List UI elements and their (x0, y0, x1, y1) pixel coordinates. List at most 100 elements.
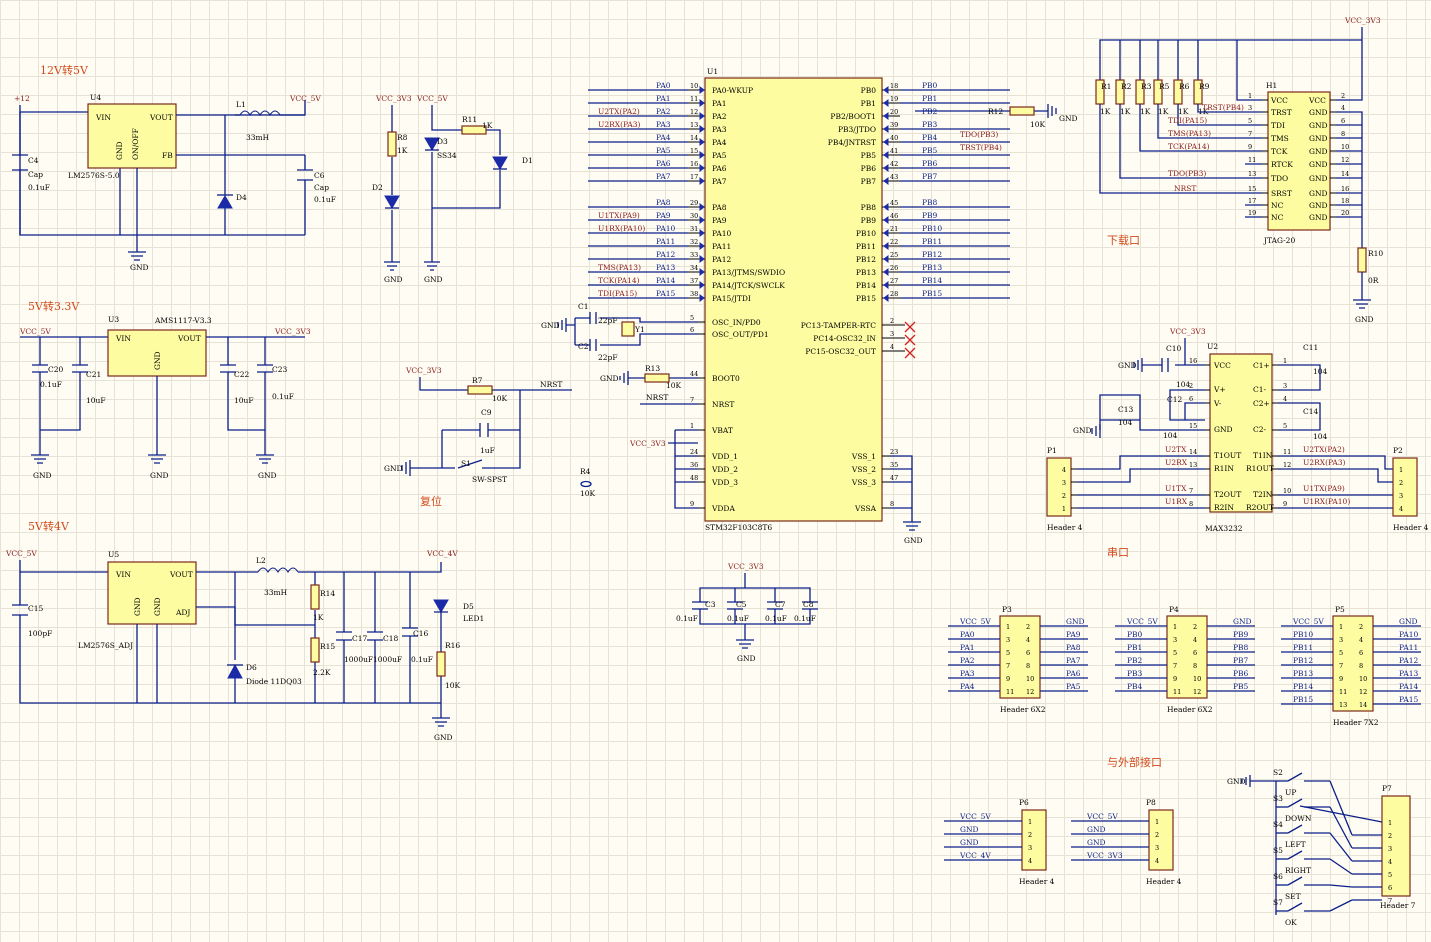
pin-arrow (883, 229, 889, 237)
net-label-vcc33-c: VCC_3V3 (405, 366, 442, 375)
gpio-pin-P3-9: 9 (1006, 675, 1010, 683)
jtag-net-7: TMS(PA13) (1168, 129, 1211, 138)
gpio-pin-P4-9: 9 (1173, 675, 1177, 683)
mcu-pin-num-22: 22 (890, 238, 898, 246)
mcu-pin-name-20: PB2/BOOT1 (830, 112, 876, 121)
pin-arrow (883, 164, 889, 172)
mcu-u1-part: STM32F103C8T6 (705, 523, 772, 532)
u2-pin-num-5: 5 (1283, 422, 1287, 430)
ext-pin-P6-3: 3 (1028, 844, 1032, 852)
net-label-vcc5-b: VCC_5V (416, 94, 448, 103)
mcu-net-PB3: PB3 (922, 120, 938, 129)
net-u2rx-r: U2RX(PA3) (1303, 458, 1346, 467)
ic-u4-vout: VOUT (149, 113, 173, 122)
jtag-pin-name-7: TMS (1271, 134, 1289, 143)
gpio-net-P3-VCC_5V: VCC_5V (959, 617, 991, 626)
gpio-pin-P4-2: 2 (1193, 623, 1197, 631)
mcu-net-PA9: PA9 (656, 211, 671, 220)
jtag-pin-num-19: 19 (1248, 209, 1256, 217)
net-u1tx-l: U1TX (1165, 484, 1187, 493)
jtag-pin-num-10: 10 (1341, 143, 1349, 151)
title-external-interface: 与外部接口 (1107, 755, 1162, 769)
jtag-pin-num-2: 2 (1341, 92, 1345, 100)
ic-u5-part: LM2576S_ADJ (78, 641, 133, 650)
block-max3232: VCC_3V3 GND C10 104 U2 MAX3232 VCC V+ V-… (1046, 327, 1429, 533)
led-d1-ref: D1 (522, 156, 533, 165)
crystal-y1-ref: Y1 (634, 325, 645, 334)
btn-route (1329, 832, 1353, 862)
u2-pin-num-13: 13 (1189, 461, 1197, 469)
cap-c6-type: Cap (314, 183, 329, 192)
diode-d6-ref: D6 (246, 663, 257, 672)
gpio-pin-P5-6: 6 (1359, 649, 1363, 657)
pin-arrow (883, 86, 889, 94)
gpio-pin-P5-8: 8 (1359, 662, 1363, 670)
ic-u5-vout: VOUT (169, 570, 193, 579)
jtag-net-15: NRST (1174, 184, 1196, 193)
mcu-net-PA13: PA13 (656, 263, 676, 272)
gpio-pin-P4-10: 10 (1193, 675, 1201, 683)
mcu-net-PA3: PA3 (656, 120, 671, 129)
mcu-net-PB7: PB7 (922, 172, 938, 181)
gpio-net-P4-GND: GND (1233, 617, 1252, 626)
mcu-pin-name-23: VSS_1 (851, 452, 876, 461)
ic-u2-vcc: VCC (1213, 361, 1231, 370)
pin-arrow (883, 216, 889, 224)
switch-s1-type: SW-SPST (472, 475, 507, 484)
jtag-pin-name-9: TCK (1271, 147, 1288, 156)
switch-s1-ref: S1 (461, 459, 471, 468)
ext-pin-P6-2: 2 (1028, 831, 1032, 839)
mcu-pin-num-45: 45 (890, 199, 898, 207)
jtag-pin-name-2: VCC (1308, 96, 1326, 105)
net-label-nrst-a: NRST (540, 380, 562, 389)
ic-u3-ref: U3 (108, 315, 119, 324)
schematic-sheet: 12V转5V 5V转3.3V 5V转4V 复位 下载口 串口 与外部接口 +12… (0, 0, 1431, 942)
resistor-r8-ref: R8 (397, 133, 408, 142)
mcu-pin-num-46: 46 (890, 212, 898, 220)
ic-u2-r2out: R2OUT (1246, 503, 1274, 512)
net-label-vcc5-a: VCC_5V (289, 94, 321, 103)
mcu-pin-num-48: 48 (690, 474, 698, 482)
gnd-label-mcu: GND (904, 536, 923, 545)
gpio-net-P4-PB1: PB1 (1127, 643, 1142, 652)
cap-c10-ref: C10 (1166, 344, 1182, 353)
title-12v-to-5v: 12V转5V (40, 63, 89, 77)
resistor-r10-value: 0R (1368, 276, 1379, 285)
pin-arrow (699, 255, 705, 263)
ic-u2-t1in: T1IN (1253, 451, 1273, 460)
led-d2-ref: D2 (372, 183, 383, 192)
mcu-pin-name-46: PB9 (861, 216, 877, 225)
gpio-pin-P3-11: 11 (1006, 688, 1014, 696)
mcu-pin-name-19: PB1 (861, 99, 876, 108)
u2-pin-num-14: 14 (1189, 448, 1197, 456)
gpio-pin-P5-7: 7 (1339, 662, 1343, 670)
cap-c3-value: 0.1uF (676, 614, 698, 623)
gpio-net-P4-PB7: PB7 (1233, 656, 1249, 665)
pin-arrow (699, 86, 705, 94)
connector-p4-ref: P4 (1169, 605, 1179, 614)
cap-c8-ref: C8 (803, 600, 814, 609)
title-serial: 串口 (1107, 546, 1129, 559)
ext-pin-P8-4: 4 (1155, 857, 1159, 865)
u2-pin-num-10: 10 (1283, 487, 1291, 495)
pin-arrow (883, 242, 889, 250)
button-left-label: LEFT (1285, 840, 1306, 849)
mcu-net-PB0: PB0 (922, 81, 938, 90)
connector-p6 (1021, 809, 1047, 871)
cap-c13-ref: C13 (1118, 405, 1134, 414)
gnd-label-u3: GND (150, 471, 169, 480)
pin-arrow (699, 281, 705, 289)
ext-net-P6-3: VCC_4V (959, 851, 991, 860)
cap-c18-ref: C18 (383, 634, 399, 643)
ic-u4-vin: VIN (95, 113, 111, 122)
mcu-pin-num-43: 43 (890, 173, 898, 181)
mcu-pin-num-36: 36 (690, 461, 698, 469)
pin-arrow (699, 229, 705, 237)
block-decoupling: VCC_3V3 GND C3 0.1uF C5 0.1uF C7 0.1uF C… (676, 562, 818, 663)
resistor-r12-ref: R12 (988, 107, 1003, 116)
pin-arrow (699, 125, 705, 133)
gpio-pin-P5-4: 4 (1359, 636, 1363, 644)
mcu-net-PA12: PA12 (656, 250, 676, 259)
jtag-pin-name-11: RTCK (1271, 160, 1293, 169)
ic-u2-c2minus: C2- (1253, 425, 1267, 434)
